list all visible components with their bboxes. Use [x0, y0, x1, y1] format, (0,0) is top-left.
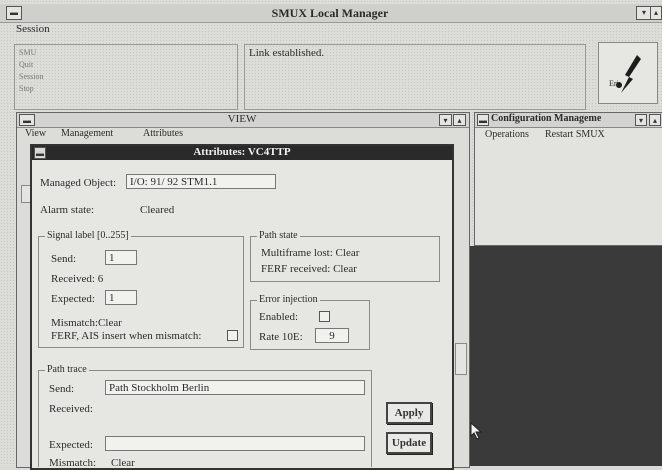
pt-send-field[interactable]: Path Stockholm Berlin: [105, 380, 365, 395]
error-injection-group: Error injection Enabled: Rate 10E: 9: [250, 294, 370, 350]
config-system-menu-icon[interactable]: ▬: [477, 114, 489, 126]
expected-field[interactable]: 1: [105, 290, 137, 305]
view-title: VIEW: [227, 113, 257, 125]
ferf-received-text: FERF received: Clear: [261, 263, 357, 275]
managed-object-field[interactable]: I/O: 91/ 92 STM1.1: [126, 174, 276, 189]
status-text: Link established.: [249, 47, 325, 59]
logo-box: Eri: [598, 42, 658, 104]
attributes-title: Attributes: VC4TTP: [193, 146, 291, 158]
view-system-menu-icon[interactable]: ▬: [19, 114, 35, 126]
logo-icon: [616, 55, 641, 93]
config-title: Configuration Manageme: [491, 113, 602, 124]
attributes-title-bar: ▬ Attributes: VC4TTP: [32, 146, 452, 160]
rate-label: Rate 10E:: [259, 331, 303, 343]
list-item[interactable]: Quit: [19, 60, 33, 69]
list-item[interactable]: Stop: [19, 84, 34, 93]
path-state-group-title: Path state: [257, 230, 300, 241]
rate-field[interactable]: 9: [315, 328, 349, 343]
main-window-title: SMUX Local Manager: [271, 6, 389, 20]
view-menu-attributes[interactable]: Attributes: [143, 128, 183, 139]
view-maximize-icon[interactable]: ▴: [453, 114, 466, 126]
error-injection-group-title: Error injection: [257, 294, 320, 305]
enabled-label: Enabled:: [259, 311, 299, 323]
enabled-checkbox[interactable]: [319, 311, 330, 322]
pt-received-field[interactable]: [105, 400, 365, 415]
path-state-group: Path state Multiframe lost: Clear FERF r…: [250, 230, 440, 282]
send-field[interactable]: 1: [105, 250, 137, 265]
view-scrollbar[interactable]: [455, 343, 467, 375]
system-menu-icon[interactable]: ▬: [6, 6, 22, 20]
main-menu-bar: Session: [0, 23, 662, 37]
ferf-ais-checkbox[interactable]: [227, 330, 238, 341]
view-minimize-icon[interactable]: ▾: [439, 114, 452, 126]
attributes-system-menu-icon[interactable]: ▬: [34, 147, 46, 159]
apply-button[interactable]: Apply: [386, 402, 432, 424]
alarm-state-value: Cleared: [140, 204, 175, 216]
multiframe-text: Multiframe lost: Clear: [261, 247, 360, 259]
config-maximize-icon[interactable]: ▴: [649, 114, 661, 126]
path-trace-group: Path trace Send: Path Stockholm Berlin R…: [38, 364, 372, 469]
mouse-cursor-icon: [470, 422, 483, 440]
send-label: Send:: [51, 253, 77, 265]
update-button[interactable]: Update: [386, 432, 432, 454]
pt-mismatch-value: Clear: [111, 457, 135, 469]
pt-expected-field[interactable]: [105, 436, 365, 451]
signal-label-group: Signal label [0..255] Send: 1 Received: …: [38, 230, 244, 348]
config-menu-restart-smux[interactable]: Restart SMUX: [545, 129, 605, 140]
list-item[interactable]: Session: [19, 72, 43, 81]
alarm-state-label: Alarm state:: [40, 204, 95, 216]
mismatch-text: Mismatch:Clear: [51, 317, 122, 329]
view-menu-view[interactable]: View: [25, 128, 46, 139]
pt-expected-label: Expected:: [49, 439, 93, 451]
path-trace-group-title: Path trace: [45, 364, 89, 375]
main-title-bar: ▬ SMUX Local Manager ▾ ▴: [0, 4, 662, 23]
view-menu-management[interactable]: Management: [61, 128, 113, 139]
maximize-icon[interactable]: ▴: [650, 6, 662, 20]
view-menu-bar: View Management Attributes: [17, 128, 469, 140]
attributes-dialog: ▬ Attributes: VC4TTP Managed Object: I/O…: [30, 144, 454, 470]
ferf-ais-label: FERF, AIS insert when mismatch:: [51, 330, 202, 342]
list-item[interactable]: SMU: [19, 48, 36, 57]
managed-object-label: Managed Object:: [40, 177, 117, 189]
status-box: Link established.: [244, 44, 586, 110]
received-text: Received: 6: [51, 273, 104, 285]
signal-label-group-title: Signal label [0..255]: [45, 230, 131, 241]
config-minimize-icon[interactable]: ▾: [635, 114, 647, 126]
logo-caption: Eri: [609, 79, 619, 88]
config-menu-operations[interactable]: Operations: [485, 129, 529, 140]
session-list[interactable]: SMU Quit Session Stop: [14, 44, 238, 110]
config-title-bar: ▬ Configuration Manageme ▾ ▴: [475, 113, 662, 128]
menu-session[interactable]: Session: [16, 23, 50, 35]
expected-label: Expected:: [51, 293, 95, 305]
pt-send-label: Send:: [49, 383, 75, 395]
config-window: ▬ Configuration Manageme ▾ ▴ Operations …: [474, 112, 662, 246]
pt-mismatch-label: Mismatch:: [49, 457, 97, 469]
pt-received-label: Received:: [49, 403, 93, 415]
desktop-area: [470, 246, 662, 466]
view-title-bar: ▬ VIEW ▾ ▴: [17, 113, 469, 128]
